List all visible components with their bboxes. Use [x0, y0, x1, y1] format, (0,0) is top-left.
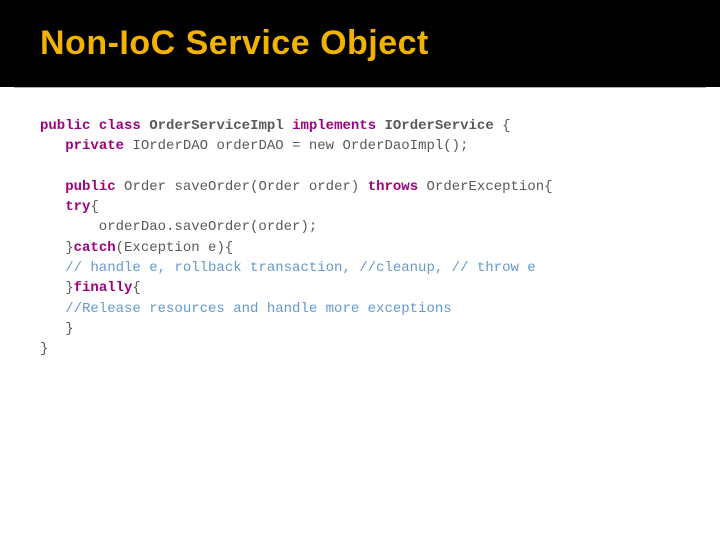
keyword-finally: finally — [74, 280, 133, 296]
interface-name: IOrderService — [385, 118, 494, 134]
slide: Non-IoC Service Object public class Orde… — [0, 0, 720, 540]
brace: { — [90, 199, 98, 215]
class-name: OrderServiceImpl — [149, 118, 283, 134]
keyword-throws: throws — [368, 179, 418, 195]
keyword-public: public — [40, 118, 90, 134]
comment-line: // handle e, rollback transaction, //cle… — [40, 260, 536, 276]
code-text: IOrderDAO orderDAO = new OrderDaoImpl(); — [124, 138, 468, 154]
keyword-class: class — [99, 118, 141, 134]
keyword-implements: implements — [292, 118, 376, 134]
comment-line: //Release resources and handle more exce… — [40, 301, 452, 317]
keyword-try: try — [65, 199, 90, 215]
brace: } — [40, 240, 74, 256]
keyword-public: public — [65, 179, 115, 195]
code-text: Order saveOrder(Order order) — [116, 179, 368, 195]
code-block: public class OrderServiceImpl implements… — [0, 88, 720, 360]
brace: } — [40, 280, 74, 296]
brace: } — [40, 321, 74, 337]
slide-title: Non-IoC Service Object — [40, 24, 429, 62]
brace: { — [494, 118, 511, 134]
keyword-private: private — [65, 138, 124, 154]
code-text: orderDao.saveOrder(order); — [40, 219, 317, 235]
code-text: (Exception e){ — [116, 240, 234, 256]
brace: } — [40, 341, 48, 357]
code-text: OrderException{ — [418, 179, 552, 195]
title-bar: Non-IoC Service Object — [0, 0, 720, 87]
keyword-catch: catch — [74, 240, 116, 256]
brace: { — [132, 280, 140, 296]
